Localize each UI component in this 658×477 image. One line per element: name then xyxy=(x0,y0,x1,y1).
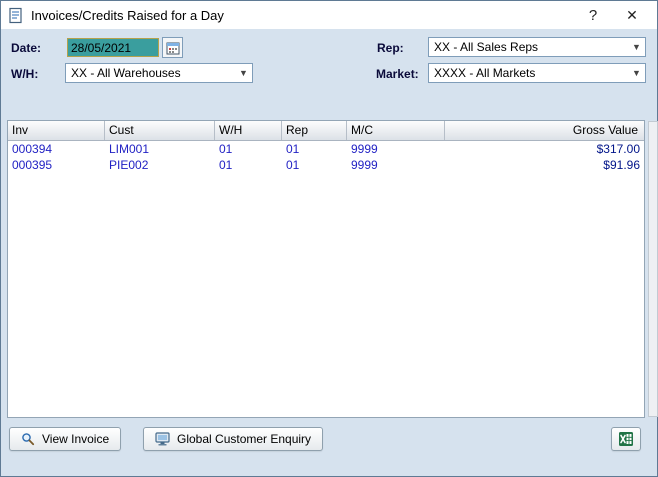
cell-wh: 01 xyxy=(215,142,282,156)
cell-gross-value: $317.00 xyxy=(445,142,644,156)
column-header-wh[interactable]: W/H xyxy=(215,121,282,140)
warehouse-dropdown[interactable]: XX - All Warehouses ▼ xyxy=(65,63,253,83)
rep-label: Rep: xyxy=(377,41,404,55)
date-input[interactable] xyxy=(67,38,159,57)
warehouse-dropdown-value: XX - All Warehouses xyxy=(71,66,181,80)
close-button[interactable]: ✕ xyxy=(611,1,653,29)
window-title: Invoices/Credits Raised for a Day xyxy=(31,8,224,23)
excel-spreadsheet-icon xyxy=(618,431,634,447)
column-header-cust[interactable]: Cust xyxy=(105,121,215,140)
cell-cust: PIE002 xyxy=(105,158,215,172)
cell-gross-value: $91.96 xyxy=(445,158,644,172)
help-button[interactable]: ? xyxy=(575,1,611,29)
calendar-picker-button[interactable] xyxy=(162,37,183,58)
market-dropdown-value: XXXX - All Markets xyxy=(434,66,535,80)
dialog-window: Invoices/Credits Raised for a Day ? ✕ Da… xyxy=(0,0,658,477)
cell-inv: 000395 xyxy=(8,158,105,172)
cell-mc: 9999 xyxy=(347,158,445,172)
rep-dropdown-value: XX - All Sales Reps xyxy=(434,40,538,54)
column-header-gross-value[interactable]: Gross Value xyxy=(445,121,644,140)
chevron-down-icon: ▼ xyxy=(628,64,645,82)
rep-dropdown[interactable]: XX - All Sales Reps ▼ xyxy=(428,37,646,57)
column-header-rep[interactable]: Rep xyxy=(282,121,347,140)
cell-mc: 9999 xyxy=(347,142,445,156)
chevron-down-icon: ▼ xyxy=(235,64,252,82)
invoice-table: Inv Cust W/H Rep M/C Gross Value 000394 … xyxy=(7,120,645,418)
chevron-down-icon: ▼ xyxy=(628,38,645,56)
app-icon xyxy=(7,7,24,24)
cell-cust: LIM001 xyxy=(105,142,215,156)
table-header-row: Inv Cust W/H Rep M/C Gross Value xyxy=(8,121,644,141)
market-dropdown[interactable]: XXXX - All Markets ▼ xyxy=(428,63,646,83)
view-invoice-label: View Invoice xyxy=(42,432,109,446)
table-scrollbar[interactable] xyxy=(648,121,658,417)
table-row[interactable]: 000394 LIM001 01 01 9999 $317.00 xyxy=(8,141,644,157)
cell-inv: 000394 xyxy=(8,142,105,156)
market-label: Market: xyxy=(376,67,419,81)
view-invoice-button[interactable]: View Invoice xyxy=(9,427,121,451)
cell-wh: 01 xyxy=(215,158,282,172)
warehouse-label: W/H: xyxy=(11,67,38,81)
global-customer-enquiry-label: Global Customer Enquiry xyxy=(177,432,311,446)
cell-rep: 01 xyxy=(282,142,347,156)
global-customer-enquiry-button[interactable]: Global Customer Enquiry xyxy=(143,427,323,451)
column-header-mc[interactable]: M/C xyxy=(347,121,445,140)
column-header-inv[interactable]: Inv xyxy=(8,121,105,140)
title-bar: Invoices/Credits Raised for a Day ? ✕ xyxy=(1,1,657,29)
export-to-excel-button[interactable] xyxy=(611,427,641,451)
computer-icon xyxy=(155,432,170,446)
table-row[interactable]: 000395 PIE002 01 01 9999 $91.96 xyxy=(8,157,644,173)
calendar-icon xyxy=(166,41,180,55)
magnifier-icon xyxy=(21,432,35,446)
cell-rep: 01 xyxy=(282,158,347,172)
date-label: Date: xyxy=(11,41,41,55)
